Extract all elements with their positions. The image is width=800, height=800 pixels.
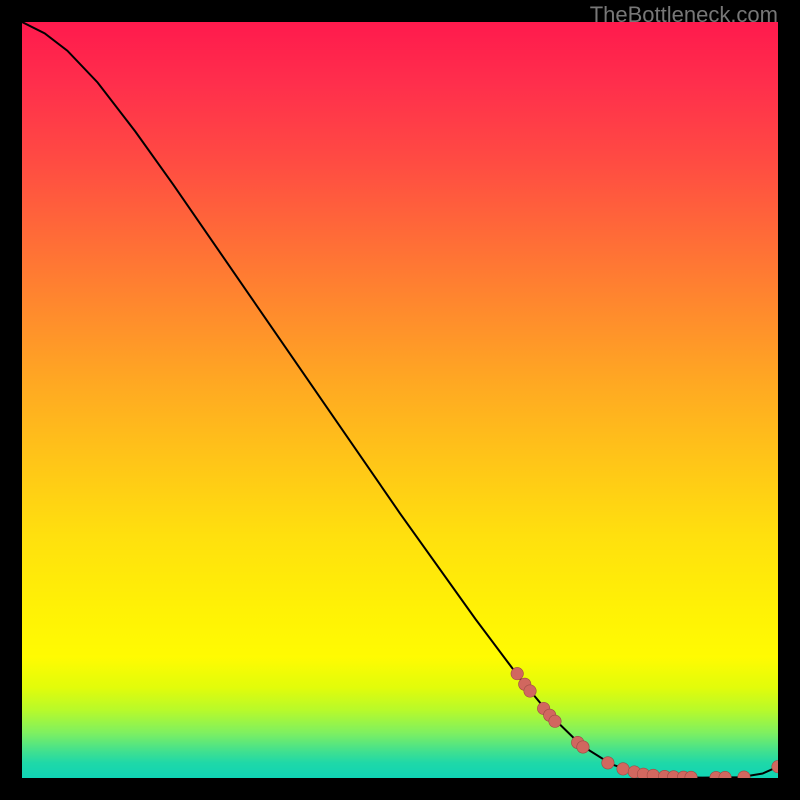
marker-point bbox=[549, 715, 561, 727]
marker-point bbox=[511, 667, 523, 679]
marker-point bbox=[577, 741, 589, 753]
marker-points bbox=[511, 667, 778, 778]
marker-point bbox=[617, 763, 629, 775]
bottleneck-curve bbox=[22, 22, 778, 778]
marker-point bbox=[772, 760, 778, 772]
marker-point bbox=[738, 771, 750, 778]
marker-point bbox=[719, 771, 731, 778]
chart-svg bbox=[22, 22, 778, 778]
plot-area bbox=[22, 22, 778, 778]
marker-point bbox=[524, 685, 536, 697]
attribution-text: TheBottleneck.com bbox=[590, 2, 778, 28]
marker-point bbox=[647, 769, 659, 778]
marker-point bbox=[602, 757, 614, 769]
